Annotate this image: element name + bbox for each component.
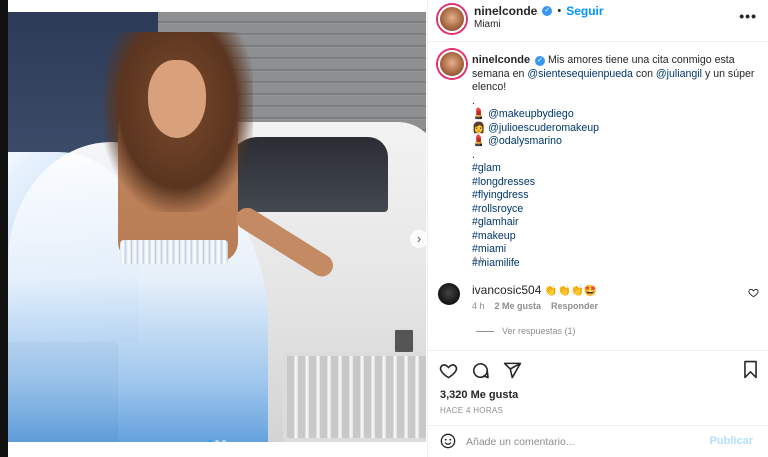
mention-link[interactable]: @makeupbydiego (488, 108, 574, 120)
comment-time: 4 h (472, 301, 485, 311)
carousel-dot (222, 440, 226, 442)
caption-username[interactable]: ninelconde (472, 54, 530, 66)
share-icon[interactable] (502, 360, 522, 380)
caption-text: ninelconde ✓ Mis amores tiene una cita c… (472, 54, 756, 270)
credit-line: 💄 @makeupbydiego (472, 108, 756, 122)
comment-avatar[interactable] (438, 283, 460, 305)
replies-rule (476, 330, 494, 332)
carousel-dots (208, 440, 226, 442)
comment-text: ivancosic504 👏👏👏🤩 (472, 283, 597, 297)
header-title: ninelconde ✓ • Seguir (474, 4, 604, 18)
comment-heart-icon[interactable] (748, 287, 759, 301)
lipstick-icon: 💄 (472, 135, 486, 147)
location-link[interactable]: Miami (474, 19, 501, 30)
avatar[interactable] (438, 5, 466, 33)
image-face (148, 60, 206, 138)
credit-line: 👩 @julioescuderomakeup (472, 122, 756, 136)
comment-body: 👏👏👏🤩 (544, 285, 598, 297)
image-belt (120, 240, 228, 264)
lipstick-icon: 💄 (472, 108, 486, 120)
bookmark-icon[interactable] (742, 360, 759, 384)
verified-icon: ✓ (535, 56, 546, 66)
carousel-dot (215, 440, 219, 442)
mention-link[interactable]: @odalysmarino (488, 135, 562, 147)
likes-count[interactable]: 3,320 Me gusta (440, 389, 518, 401)
hashtag-link[interactable]: #miamilife (472, 257, 756, 271)
caption-avatar[interactable] (438, 50, 466, 78)
comment-username[interactable]: ivancosic504 (472, 283, 541, 297)
reply-button[interactable]: Responder (551, 301, 598, 311)
hashtag-link[interactable]: #rollsroyce (472, 203, 756, 217)
action-bar: 3,320 Me gusta HACE 4 HORAS (428, 350, 768, 432)
next-slide-icon[interactable]: › (410, 230, 426, 248)
separator: • (557, 5, 562, 17)
emoji-icon[interactable] (440, 433, 456, 454)
caption-dot: . (472, 148, 475, 161)
hashtag-link[interactable]: #glam (472, 162, 756, 176)
heart-icon[interactable] (438, 360, 458, 380)
person-icon: 👩 (472, 121, 486, 134)
view-replies[interactable]: Ver respuestas (1) (476, 326, 576, 336)
image-car-badge (393, 328, 415, 354)
hashtag-link[interactable]: #miami (472, 243, 756, 257)
caption-body: con (632, 67, 656, 80)
image-car-grille (283, 352, 426, 442)
comment-likes[interactable]: 2 Me gusta (495, 301, 542, 311)
credit-line: 💄 @odalysmarino (472, 135, 756, 149)
hashtag-link[interactable]: #flyingdress (472, 189, 756, 203)
view-replies-label[interactable]: Ver respuestas (1) (502, 326, 576, 336)
mention-link[interactable]: @julioescuderomakeup (488, 122, 599, 134)
comment: ivancosic504 👏👏👏🤩 4 h 2 Me gusta Respond… (428, 278, 768, 338)
add-comment-bar: Publicar (428, 425, 768, 457)
post-header: ninelconde ✓ • Seguir Miami ••• (428, 0, 768, 42)
mention-link[interactable]: @sientesequienpueda (527, 68, 633, 80)
post-image[interactable]: › (8, 12, 426, 442)
caption: ninelconde ✓ Mis amores tiene una cita c… (428, 44, 768, 270)
post-time: HACE 4 HORAS (440, 406, 504, 415)
comment-icon[interactable] (470, 360, 490, 380)
follow-button[interactable]: Seguir (566, 4, 603, 18)
comment-meta: 4 h 2 Me gusta Responder (472, 301, 598, 311)
left-backdrop (0, 0, 8, 457)
more-icon[interactable]: ••• (739, 8, 757, 24)
hashtag-link[interactable]: #longdresses (472, 176, 756, 190)
carousel-dot (208, 440, 212, 442)
post-panel: ninelconde ✓ • Seguir Miami ••• ninelcon… (427, 0, 768, 457)
verified-icon: ✓ (542, 6, 553, 16)
comment-input[interactable] (466, 434, 696, 450)
caption-time: 4 h (472, 255, 485, 265)
hashtag-link[interactable]: #glamhair (472, 216, 756, 230)
hashtag-link[interactable]: #makeup (472, 230, 756, 244)
publish-button[interactable]: Publicar (710, 435, 753, 447)
action-icons (438, 360, 522, 380)
username-link[interactable]: ninelconde (474, 4, 537, 18)
mention-link[interactable]: @juliangil (656, 68, 702, 80)
caption-dot: . (472, 94, 475, 107)
